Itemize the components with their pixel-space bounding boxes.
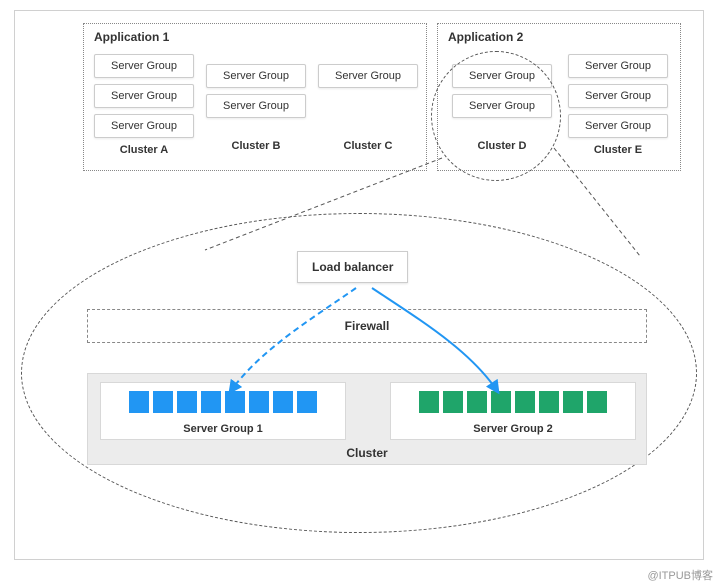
server-tile (443, 391, 463, 413)
cluster-e: Server Group Server Group Server Group C… (568, 54, 668, 156)
highlight-circle (431, 51, 561, 181)
server-group-box: Server Group (318, 64, 418, 88)
watermark: @ITPUB博客 (647, 567, 713, 583)
server-tile (129, 391, 149, 413)
server-group-box: Server Group (206, 94, 306, 118)
server-tile (539, 391, 559, 413)
diagram-frame: Application 1 Server Group Server Group … (14, 10, 704, 560)
firewall-box: Firewall (87, 309, 647, 343)
cluster-e-label: Cluster E (568, 144, 668, 156)
server-tile (515, 391, 535, 413)
server-tile (201, 391, 221, 413)
cluster-c-label: Cluster C (318, 140, 418, 152)
cluster-detail-label: Cluster (88, 446, 646, 460)
server-group-2-box: Server Group 2 (390, 382, 636, 440)
server-group-box: Server Group (568, 54, 668, 78)
firewall-label: Firewall (345, 319, 390, 333)
server-group-box: Server Group (568, 84, 668, 108)
cluster-a: Server Group Server Group Server Group C… (94, 54, 194, 156)
cluster-c: Server Group Cluster C (318, 64, 418, 152)
application-1-title: Application 1 (94, 30, 169, 44)
server-tile (273, 391, 293, 413)
cluster-detail-box: Cluster Server Group 1 (87, 373, 647, 465)
server-group-2-label: Server Group 2 (391, 423, 635, 435)
server-group-box: Server Group (94, 114, 194, 138)
load-balancer-label: Load balancer (312, 260, 393, 274)
server-group-box: Server Group (94, 54, 194, 78)
server-tile (249, 391, 269, 413)
cluster-b: Server Group Server Group Cluster B (206, 64, 306, 152)
server-tile (225, 391, 245, 413)
cluster-b-label: Cluster B (206, 140, 306, 152)
server-group-1-tiles (101, 391, 345, 413)
server-tile (419, 391, 439, 413)
server-tile (153, 391, 173, 413)
server-tile (491, 391, 511, 413)
server-group-1-box: Server Group 1 (100, 382, 346, 440)
server-tile (563, 391, 583, 413)
server-tile (177, 391, 197, 413)
server-tile (587, 391, 607, 413)
application-2-title: Application 2 (448, 30, 523, 44)
server-group-box: Server Group (206, 64, 306, 88)
server-tile (467, 391, 487, 413)
server-group-2-tiles (391, 391, 635, 413)
server-tile (297, 391, 317, 413)
server-group-box: Server Group (568, 114, 668, 138)
server-group-box: Server Group (94, 84, 194, 108)
cluster-a-label: Cluster A (94, 144, 194, 156)
application-1-box: Application 1 Server Group Server Group … (83, 23, 427, 171)
load-balancer-box: Load balancer (297, 251, 408, 283)
server-group-1-label: Server Group 1 (101, 423, 345, 435)
